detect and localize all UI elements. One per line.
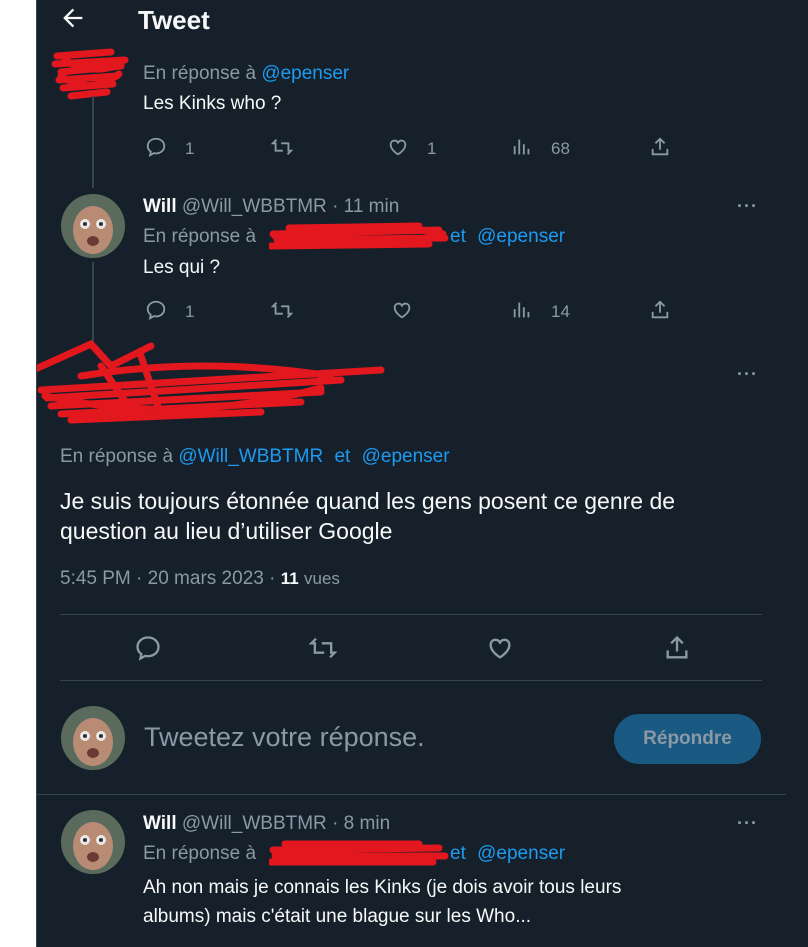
author-handle[interactable]: @Will_WBBTMR (182, 196, 327, 217)
tweet-text: Les Kinks who ? (143, 93, 282, 114)
author-line: Will @Will_WBBTMR · 8 min (143, 813, 390, 835)
author-name[interactable]: Will (143, 813, 177, 834)
redacted-avatar (51, 48, 129, 100)
reply-context-tail: et @epenser (450, 226, 566, 247)
like-icon[interactable] (387, 136, 409, 163)
views-icon[interactable] (511, 136, 533, 163)
share-icon[interactable] (649, 136, 671, 163)
redacted-mention (269, 840, 449, 866)
more-icon[interactable]: ··· (737, 196, 758, 217)
share-icon[interactable] (649, 299, 671, 326)
thread-line (92, 96, 94, 188)
tweet-text: Ah non mais je connais les Kinks (je doi… (143, 877, 622, 927)
avatar[interactable] (61, 810, 125, 874)
tweet-text: Les qui ? (143, 257, 221, 278)
reply-context: En réponse à (143, 226, 257, 247)
reply-count: 1 (185, 302, 195, 321)
like-count: 1 (427, 139, 437, 158)
share-icon[interactable] (663, 634, 691, 667)
reply-context: En réponse à @epenser (143, 63, 350, 84)
divider (60, 680, 762, 681)
page-title: Tweet (138, 5, 210, 35)
tweet-time[interactable]: · 8 min (332, 813, 390, 834)
reply-button[interactable]: Répondre (614, 714, 761, 764)
mention-link[interactable]: @epenser (362, 446, 450, 467)
reply-icon[interactable] (145, 136, 167, 163)
reply-context-tail: et @epenser (450, 843, 566, 864)
like-icon[interactable] (391, 299, 413, 326)
right-gutter (786, 0, 808, 947)
author-handle[interactable]: @Will_WBBTMR (182, 813, 327, 834)
views-count: 68 (551, 139, 570, 158)
mention-link[interactable]: @epenser (477, 226, 565, 247)
left-gutter (0, 0, 36, 947)
reply-icon[interactable] (134, 634, 162, 667)
reply-input[interactable]: Tweetez votre réponse. (144, 722, 425, 753)
tweet-timestamp: 5:45 PM · 20 mars 2023 · 11 vues (60, 568, 340, 590)
more-icon[interactable]: ··· (737, 813, 758, 834)
main-tweet-text: Je suis toujours étonnée quand les gens … (60, 488, 676, 544)
mention-link[interactable]: @epenser (477, 843, 565, 864)
tweet-time[interactable]: · 11 min (332, 196, 399, 217)
more-icon[interactable]: ··· (737, 364, 758, 385)
retweet-icon[interactable] (270, 299, 294, 326)
views-label: vues (303, 569, 340, 588)
like-icon[interactable] (486, 634, 514, 667)
views-count: 11 (280, 569, 299, 588)
back-arrow-icon[interactable] (59, 4, 87, 39)
reply-context: En réponse à @Will_WBBTMR et @epenser (60, 446, 450, 467)
mention-link[interactable]: @Will_WBBTMR (178, 446, 323, 467)
divider (60, 614, 762, 615)
author-line: Will @Will_WBBTMR · 11 min (143, 196, 399, 218)
mention-link[interactable]: @epenser (261, 63, 349, 84)
avatar[interactable] (61, 706, 125, 770)
divider (37, 794, 786, 795)
redacted-author (37, 339, 385, 424)
redacted-mention (269, 222, 449, 250)
retweet-icon[interactable] (308, 634, 338, 667)
retweet-icon[interactable] (270, 136, 294, 163)
reply-count: 1 (185, 139, 195, 158)
avatar[interactable] (61, 194, 125, 258)
author-name[interactable]: Will (143, 196, 177, 217)
timestamp-link[interactable]: 5:45 PM · 20 mars 2023 · (60, 568, 275, 589)
tweet-column: Tweet En réponse à @epenser Les Kinks wh… (36, 0, 786, 947)
views-icon[interactable] (511, 299, 533, 326)
reply-icon[interactable] (145, 299, 167, 326)
reply-context: En réponse à (143, 843, 257, 864)
views-count: 14 (551, 302, 570, 321)
